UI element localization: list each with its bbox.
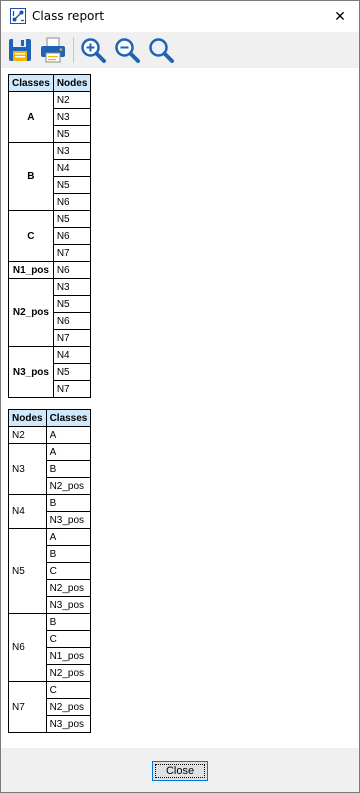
item-cell: B xyxy=(45,545,92,563)
window-title: Class report xyxy=(32,9,105,23)
group-label-cell: N6 xyxy=(8,613,47,682)
table-row: C N5 xyxy=(8,210,92,262)
table-row: N1_pos N6 xyxy=(8,261,92,279)
item-cell: C xyxy=(45,681,92,699)
window-close-button[interactable]: ✕ xyxy=(327,4,353,28)
item-cell: N6 xyxy=(52,193,92,211)
column-header-nodes: Nodes xyxy=(52,74,92,92)
item-cell: A xyxy=(45,426,92,444)
table-row: N2_pos N3 xyxy=(8,278,92,347)
item-cell: N3 xyxy=(52,142,92,160)
item-cell: N3 xyxy=(52,108,92,126)
item-cell: N3_pos xyxy=(45,596,92,614)
table-row: N3 A xyxy=(8,443,92,495)
group-label-cell: N4 xyxy=(8,494,47,529)
footer-bar: Close xyxy=(1,748,359,792)
item-cell: N7 xyxy=(52,380,92,398)
item-cell: C xyxy=(45,630,92,648)
item-cell: N5 xyxy=(52,363,92,381)
item-cell: N7 xyxy=(52,329,92,347)
group-label-cell: N3 xyxy=(8,443,47,495)
save-icon xyxy=(9,39,31,61)
save-button[interactable] xyxy=(6,36,34,64)
item-cell: N3 xyxy=(52,278,92,296)
table-row: N5 A xyxy=(8,528,92,614)
print-button[interactable] xyxy=(39,36,67,64)
item-cell: N5 xyxy=(52,210,92,228)
column-header-nodes: Nodes xyxy=(8,409,47,427)
group-label-cell: N1_pos xyxy=(8,261,54,279)
item-cell: N5 xyxy=(52,295,92,313)
group-label-cell: N5 xyxy=(8,528,47,614)
item-cell: N2_pos xyxy=(45,698,92,716)
print-icon xyxy=(41,37,65,63)
column-header-classes: Classes xyxy=(8,74,54,92)
table-row: B N3 xyxy=(8,142,92,211)
zoom-reset-icon xyxy=(149,38,174,63)
group-label-cell: B xyxy=(8,142,54,211)
classes-to-nodes-table: Classes Nodes A N2 N3 N5 B N3 N4 N5 N6 C N5 N6 N7 N1_… xyxy=(8,74,92,398)
column-header-classes: Classes xyxy=(45,409,92,427)
item-cell: B xyxy=(45,460,92,478)
item-cell: N2_pos xyxy=(45,664,92,682)
table-row: N7 C xyxy=(8,681,92,733)
item-cell: N4 xyxy=(52,159,92,177)
app-icon xyxy=(10,8,26,24)
report-content: Classes Nodes A N2 N3 N5 B N3 N4 N5 N6 C N5 N6 N7 N1_… xyxy=(1,68,359,748)
item-cell: N2_pos xyxy=(45,477,92,495)
toolbar xyxy=(1,32,359,68)
close-button[interactable]: Close xyxy=(152,761,208,781)
item-cell: N3_pos xyxy=(45,511,92,529)
group-label-cell: N2 xyxy=(8,426,47,444)
item-cell: A xyxy=(45,528,92,546)
item-cell: N3_pos xyxy=(45,715,92,733)
item-cell: N4 xyxy=(52,346,92,364)
title-bar: Class report ✕ xyxy=(1,1,359,32)
nodes-to-classes-table: Nodes Classes N2 A N3 A B N2_pos N4 B N3_pos N5 A B… xyxy=(8,409,92,733)
table-row: N2 A xyxy=(8,426,92,444)
item-cell: N5 xyxy=(52,176,92,194)
group-label-cell: A xyxy=(8,91,54,143)
zoom-out-icon xyxy=(115,38,140,63)
item-cell: N7 xyxy=(52,244,92,262)
zoom-in-button[interactable] xyxy=(79,36,107,64)
close-icon: ✕ xyxy=(334,7,346,24)
table-row: N6 B xyxy=(8,613,92,682)
item-cell: N5 xyxy=(52,125,92,143)
table-row: A N2 xyxy=(8,91,92,143)
item-cell: C xyxy=(45,562,92,580)
table-row: N4 B xyxy=(8,494,92,529)
group-label-cell: N7 xyxy=(8,681,47,733)
item-cell: N1_pos xyxy=(45,647,92,665)
item-cell: N6 xyxy=(52,312,92,330)
item-cell: B xyxy=(45,494,92,512)
item-cell: N6 xyxy=(52,261,92,279)
toolbar-separator xyxy=(73,37,74,63)
item-cell: N2 xyxy=(52,91,92,109)
zoom-reset-button[interactable] xyxy=(147,36,175,64)
group-label-cell: N2_pos xyxy=(8,278,54,347)
item-cell: N2_pos xyxy=(45,579,92,597)
item-cell: N6 xyxy=(52,227,92,245)
group-label-cell: C xyxy=(8,210,54,262)
group-label-cell: N3_pos xyxy=(8,346,54,398)
item-cell: B xyxy=(45,613,92,631)
zoom-in-icon xyxy=(81,38,106,63)
table-row: N3_pos N4 xyxy=(8,346,92,398)
zoom-out-button[interactable] xyxy=(113,36,141,64)
class-report-window: Class report ✕ Classes Nodes A N2 N3 N5 … xyxy=(0,0,360,793)
item-cell: A xyxy=(45,443,92,461)
